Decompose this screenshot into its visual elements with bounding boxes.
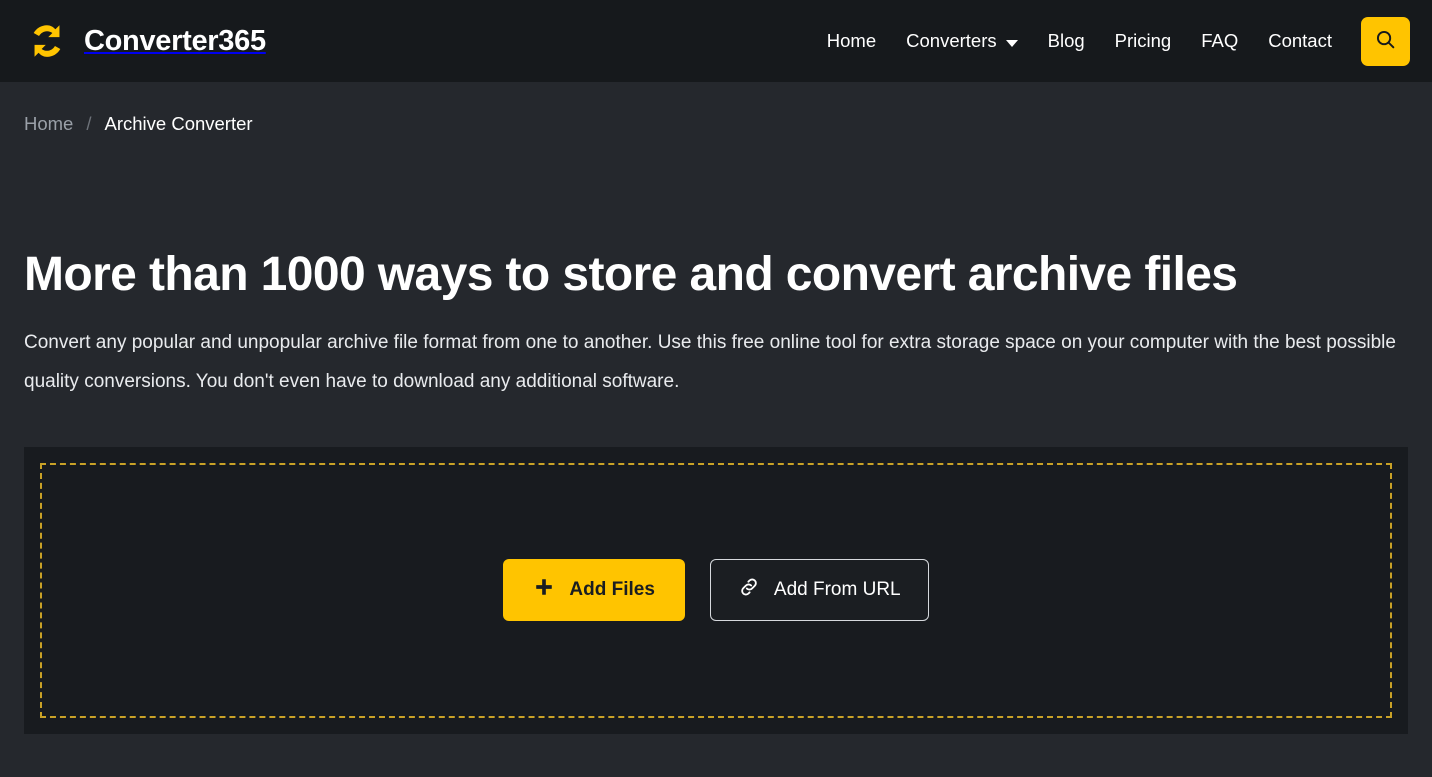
nav-item-blog[interactable]: Blog <box>1033 22 1100 60</box>
nav-item-label: Home <box>827 30 876 52</box>
add-files-label: Add Files <box>569 579 655 601</box>
convert-loop-icon <box>24 18 70 64</box>
nav-item-label: Pricing <box>1115 30 1172 52</box>
brand-logo-link[interactable]: Converter365 <box>24 18 266 64</box>
nav-item-pricing[interactable]: Pricing <box>1100 22 1187 60</box>
nav-item-home[interactable]: Home <box>812 22 891 60</box>
breadcrumb-item-current: Archive Converter <box>105 113 253 135</box>
plus-icon <box>533 576 555 604</box>
breadcrumb: Home / Archive Converter <box>0 82 1432 137</box>
chevron-down-icon <box>1006 40 1018 47</box>
brand-name: Converter365 <box>84 25 266 58</box>
nav-item-label: Blog <box>1048 30 1085 52</box>
add-from-url-button[interactable]: Add From URL <box>710 559 929 621</box>
main-navigation: Home Converters Blog Pricing FAQ Contact <box>812 17 1410 66</box>
breadcrumb-item-home[interactable]: Home <box>24 113 73 135</box>
nav-item-label: Contact <box>1268 30 1332 52</box>
search-icon <box>1374 28 1397 54</box>
site-header: Converter365 Home Converters Blog Pricin… <box>0 0 1432 82</box>
nav-item-contact[interactable]: Contact <box>1253 22 1347 60</box>
add-files-button[interactable]: Add Files <box>503 559 685 621</box>
file-dropzone[interactable]: Add Files Add From URL <box>40 463 1392 718</box>
nav-item-label: FAQ <box>1201 30 1238 52</box>
page-title: More than 1000 ways to store and convert… <box>24 249 1408 301</box>
nav-item-converters[interactable]: Converters <box>891 22 1032 60</box>
main-content: More than 1000 ways to store and convert… <box>0 249 1432 734</box>
add-from-url-label: Add From URL <box>774 579 901 601</box>
breadcrumb-separator: / <box>86 113 91 135</box>
page-description: Convert any popular and unpopular archiv… <box>24 323 1408 401</box>
search-button[interactable] <box>1361 17 1410 66</box>
nav-item-faq[interactable]: FAQ <box>1186 22 1253 60</box>
upload-panel: Add Files Add From URL <box>24 447 1408 734</box>
link-icon <box>738 576 760 604</box>
nav-item-label: Converters <box>906 30 996 52</box>
